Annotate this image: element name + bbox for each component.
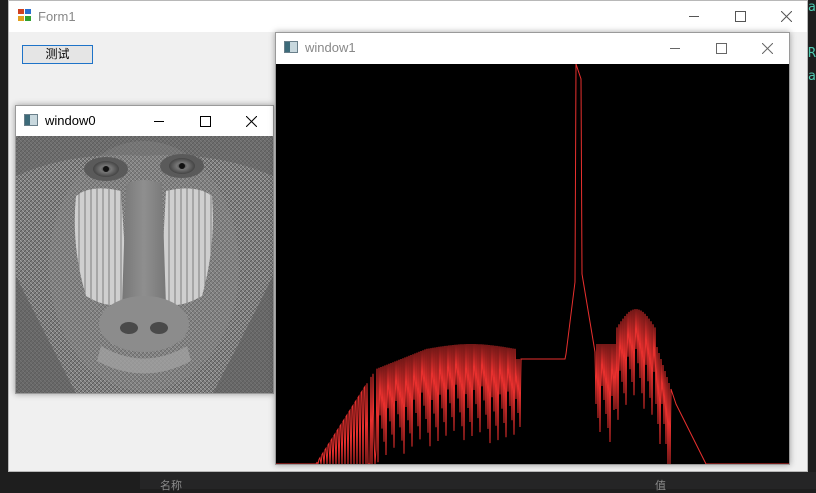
window1-close-button[interactable] (744, 33, 790, 63)
window1-titlebar[interactable]: window1 (276, 33, 789, 63)
form1-titlebar[interactable]: Form1 (9, 1, 807, 32)
maximize-icon (715, 42, 727, 54)
minimize-button[interactable] (671, 1, 717, 32)
window-icon (24, 114, 38, 126)
close-icon (761, 42, 773, 54)
histogram-canvas (276, 63, 789, 466)
maximize-icon (199, 115, 211, 127)
close-icon (245, 115, 257, 127)
minimize-icon (688, 16, 699, 17)
ide-code-char: R (808, 46, 816, 61)
app-icon (18, 9, 32, 22)
maximize-icon (734, 11, 746, 22)
ide-code-char: a (808, 0, 816, 15)
minimize-icon (669, 47, 680, 49)
window0-close-button[interactable] (228, 106, 274, 136)
grayscale-mandrill-image (16, 136, 273, 393)
close-icon (780, 11, 792, 22)
minimize-icon (153, 120, 164, 122)
ide-code-char: a (808, 69, 816, 84)
window1-title: window1 (305, 40, 356, 55)
ide-properties-strip: 名称 值 (140, 472, 816, 492)
maximize-button[interactable] (717, 1, 763, 32)
window-icon (284, 41, 298, 53)
window0-title: window0 (45, 113, 96, 128)
ide-value-label: 值 (655, 479, 666, 492)
test-button[interactable]: 测试 (22, 45, 93, 64)
window1-maximize-button[interactable] (698, 33, 744, 63)
window1-minimize-button[interactable] (652, 33, 698, 63)
histogram-line (276, 63, 789, 466)
window0-maximize-button[interactable] (182, 106, 228, 136)
window0: window0 (15, 105, 274, 394)
close-button[interactable] (763, 1, 809, 32)
form1-title: Form1 (38, 9, 76, 24)
ide-name-label: 名称 (160, 479, 182, 492)
window0-minimize-button[interactable] (136, 106, 182, 136)
window1: window1 (275, 32, 790, 466)
histogram-plot (276, 63, 789, 466)
window0-titlebar[interactable]: window0 (16, 106, 273, 136)
